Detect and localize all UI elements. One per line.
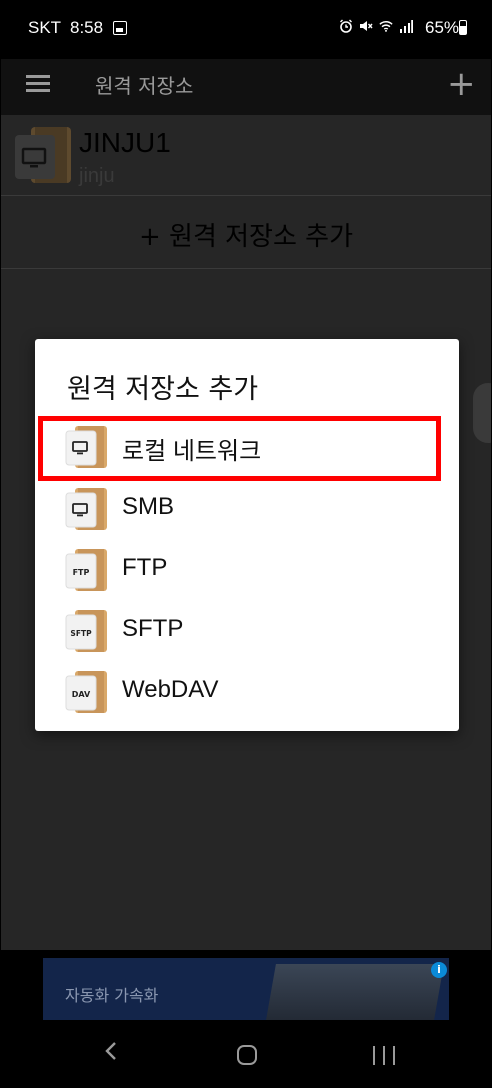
option-webdav[interactable]: DAV WebDAV	[35, 662, 459, 722]
monitor-folder-icon	[15, 127, 71, 183]
signal-icon	[400, 20, 413, 33]
plus-icon[interactable]: +	[447, 67, 476, 101]
add-storage-dialog: 원격 저장소 추가 로컬 네트워크 SMB FTP FTP SFTP SFTP …	[35, 339, 459, 731]
ad-text: 자동화 가속화	[65, 986, 159, 1005]
wifi-icon	[379, 21, 393, 32]
ftp-folder-icon: FTP	[65, 549, 107, 591]
ad-bar: 자동화 가속화 i	[1, 950, 491, 1022]
icon-badge: FTP	[73, 568, 90, 577]
battery-percent: 65%	[425, 18, 460, 37]
ad-image	[266, 964, 444, 1020]
app-bar: 원격 저장소 +	[1, 59, 491, 115]
icon-badge: DAV	[72, 690, 91, 699]
option-label: WebDAV	[122, 676, 219, 703]
ad-banner[interactable]: 자동화 가속화 i	[43, 958, 449, 1020]
dialog-title: 원격 저장소 추가	[67, 374, 259, 405]
option-label: SMB	[122, 493, 175, 520]
highlight-box	[38, 416, 441, 481]
add-storage-label: + 원격 저장소 추가	[138, 222, 354, 252]
option-label: SFTP	[122, 615, 184, 642]
status-icons	[339, 19, 413, 33]
back-icon[interactable]	[103, 1042, 121, 1060]
option-label: FTP	[122, 554, 168, 581]
option-smb[interactable]: SMB	[35, 479, 459, 539]
status-bar: SKT 8:58 65%	[1, 1, 491, 59]
image-icon	[113, 21, 127, 35]
menu-icon[interactable]	[26, 71, 52, 97]
info-icon[interactable]: i	[431, 962, 447, 978]
side-handle[interactable]	[473, 383, 491, 443]
home-icon[interactable]	[237, 1045, 257, 1065]
add-storage-button[interactable]: + 원격 저장소 추가	[1, 196, 491, 269]
storage-subtitle: jinju	[79, 165, 115, 187]
battery-icon	[459, 20, 467, 35]
icon-badge: SFTP	[70, 629, 92, 638]
storage-name: JINJU1	[79, 127, 171, 158]
page-title: 원격 저장소	[95, 74, 194, 98]
navigation-bar	[1, 1022, 491, 1087]
option-ftp[interactable]: FTP FTP	[35, 540, 459, 600]
monitor-folder-icon	[65, 488, 107, 530]
storage-item[interactable]: JINJU1 jinju	[1, 115, 491, 196]
screen: SKT 8:58 65% 원격 저장소 + JINJU1 jinju + 원격 …	[0, 0, 492, 1088]
status-time: 8:58	[70, 18, 104, 37]
option-sftp[interactable]: SFTP SFTP	[35, 601, 459, 661]
alarm-icon	[340, 19, 352, 33]
sftp-folder-icon: SFTP	[65, 610, 107, 652]
webdav-folder-icon: DAV	[65, 671, 107, 713]
mute-icon	[360, 21, 373, 31]
recent-apps-icon[interactable]	[373, 1046, 395, 1066]
carrier-label: SKT	[28, 18, 62, 37]
